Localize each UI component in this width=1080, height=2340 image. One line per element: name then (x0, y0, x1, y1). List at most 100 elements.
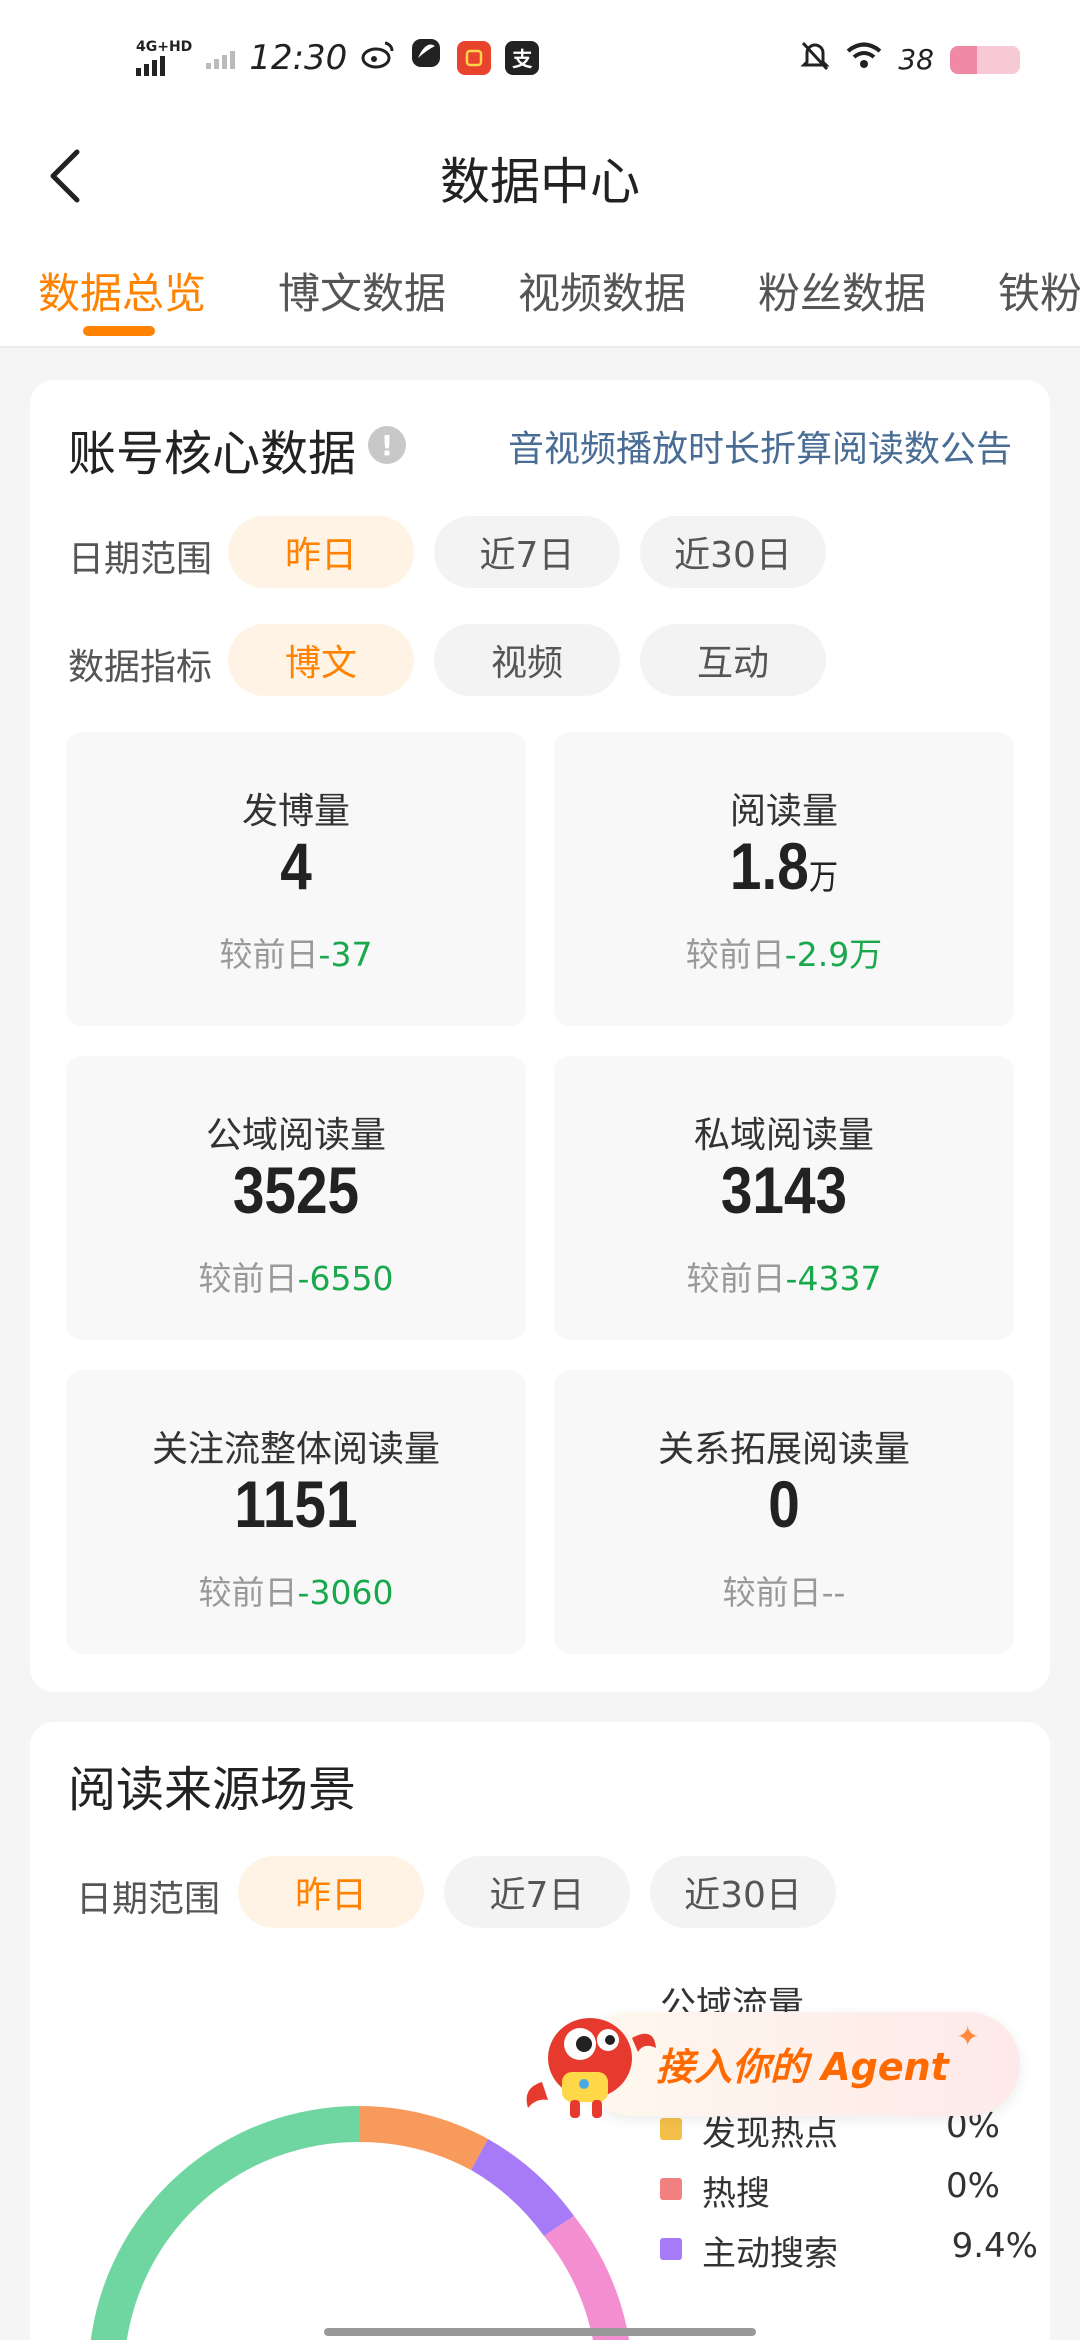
tab-posts[interactable]: 博文数据 (278, 260, 446, 321)
agent-banner[interactable]: 接入你的 Agent ✦ (520, 1998, 1020, 2122)
stat-change-value: -4337 (785, 1259, 882, 1298)
core-data-card: 账号核心数据 ! 音视频播放时长折算阅读数公告 日期范围 昨日 近7日 近30日… (30, 380, 1050, 1692)
stat-value: 4 (98, 828, 494, 904)
stat-change-value: -2.9万 (784, 935, 883, 974)
stat-change-value: -6550 (297, 1259, 394, 1298)
stat-change-prefix: 较前日 (686, 1259, 786, 1298)
notice-link[interactable]: 音视频播放时长折算阅读数公告 (508, 420, 1012, 472)
metric-option-interaction[interactable]: 互动 (640, 624, 826, 696)
stat-tile[interactable]: 关系拓展阅读量 0 较前日-- (554, 1370, 1014, 1654)
stat-number: 1151 (234, 1467, 358, 1541)
stat-label: 阅读量 (729, 791, 838, 832)
status-right: 38 (800, 40, 1020, 79)
core-data-title: 账号核心数据 (68, 426, 357, 482)
agent-text: 接入你的 Agent (656, 2045, 949, 2089)
metric-label: 数据指标 (68, 647, 213, 688)
stat-label: 关系拓展阅读量 (657, 1429, 910, 1470)
stat-value: 1.8万 (586, 828, 982, 904)
date-range-label: 日期范围 (68, 539, 213, 580)
stat-change-value: -3060 (297, 1573, 394, 1612)
legend-value: 9.4% (951, 2226, 1038, 2266)
home-indicator[interactable] (324, 2328, 756, 2336)
stat-value: 0 (586, 1466, 982, 1542)
donut-segment (544, 2216, 629, 2340)
donut-segment (360, 2106, 488, 2170)
tab-active-indicator (83, 326, 155, 336)
stat-change: 较前日-- (554, 1566, 1014, 1614)
network-type: 4G+HD (136, 38, 193, 55)
stat-change: 较前日-2.9万 (554, 928, 1014, 976)
lobster-mascot-icon (526, 2018, 656, 2118)
status-left: 4G+HD 12:30 支 (136, 36, 540, 79)
date-option-7d[interactable]: 近7日 (434, 516, 620, 588)
date-option-30d[interactable]: 近30日 (640, 516, 826, 588)
source-donut-chart (90, 2106, 629, 2340)
source-date-option-30d[interactable]: 近30日 (650, 1856, 836, 1928)
stat-tile[interactable]: 私域阅读量 3143 较前日-4337 (554, 1056, 1014, 1340)
stat-number: 1.8 (729, 829, 809, 903)
stat-number: 3143 (720, 1153, 848, 1227)
stat-tile[interactable]: 关注流整体阅读量 1151 较前日-3060 (66, 1370, 526, 1654)
legend-swatch (660, 2238, 682, 2260)
stat-value: 3143 (586, 1152, 982, 1228)
stat-unit: 万 (808, 859, 839, 897)
legend-item[interactable]: 主动搜索 9.4% (660, 2222, 1060, 2278)
battery-icon (950, 45, 1020, 74)
stat-value: 3525 (98, 1152, 494, 1228)
alipay-icon: 支 (505, 40, 540, 75)
red-app-icon (457, 40, 492, 75)
donut-segment (471, 2139, 574, 2236)
reading-source-title: 阅读来源场景 (68, 1762, 357, 1818)
stat-change-prefix: 较前日 (198, 1259, 298, 1298)
metric-option-posts[interactable]: 博文 (228, 624, 414, 696)
stat-change-prefix: 较前日 (722, 1573, 822, 1612)
stat-change-prefix: 较前日 (198, 1573, 298, 1612)
source-date-option-7d[interactable]: 近7日 (444, 1856, 630, 1928)
stat-label: 发博量 (241, 791, 350, 832)
stat-tile[interactable]: 公域阅读量 3525 较前日-6550 (66, 1056, 526, 1340)
stat-number: 3525 (232, 1153, 360, 1227)
tab-iron-fans[interactable]: 铁粉 (998, 260, 1080, 321)
source-date-range-label: 日期范围 (76, 1879, 221, 1920)
stat-change: 较前日-37 (66, 928, 526, 976)
legend-swatch (660, 2178, 682, 2200)
battery-level (950, 45, 977, 74)
status-bar: 4G+HD 12:30 支 38 (0, 0, 1080, 120)
stat-change-value: -37 (318, 935, 373, 974)
tab-fans[interactable]: 粉丝数据 (758, 260, 926, 321)
stat-label: 关注流整体阅读量 (151, 1429, 440, 1470)
tab-bar: 数据总览 博文数据 视频数据 粉丝数据 铁粉 (0, 230, 1080, 348)
sparkle-icon: ✦ (956, 2020, 980, 2053)
stat-change: 较前日-4337 (554, 1252, 1014, 1300)
stat-change: 较前日-3060 (66, 1566, 526, 1614)
date-option-yesterday[interactable]: 昨日 (228, 516, 414, 588)
donut-segment (90, 2106, 360, 2340)
stat-value: 1151 (98, 1466, 494, 1542)
swirl-app-icon (409, 36, 443, 79)
legend-name: 主动搜索 (702, 2234, 838, 2274)
clock: 12:30 (249, 37, 348, 78)
metric-option-video[interactable]: 视频 (434, 624, 620, 696)
stat-number: 4 (280, 829, 312, 903)
legend-value: 0% (946, 2166, 1000, 2206)
header: 数据中心 (0, 120, 1080, 230)
stat-change-value: -- (821, 1573, 846, 1612)
signal-bars-icon (136, 54, 192, 76)
stat-change: 较前日-6550 (66, 1252, 526, 1300)
stat-change-prefix: 较前日 (685, 935, 785, 974)
stat-tile[interactable]: 阅读量 1.8万 较前日-2.9万 (554, 732, 1014, 1026)
tab-videos[interactable]: 视频数据 (518, 260, 686, 321)
network-indicator: 4G+HD (136, 40, 192, 76)
stat-number: 0 (768, 1467, 800, 1541)
wifi-icon (846, 42, 882, 77)
stat-tile[interactable]: 发博量 4 较前日-37 (66, 732, 526, 1026)
tab-overview[interactable]: 数据总览 (38, 260, 206, 321)
legend-item[interactable]: 热搜 0% (660, 2162, 1060, 2218)
weibo-icon (361, 38, 395, 78)
info-icon[interactable]: ! (368, 426, 406, 464)
stat-label: 私域阅读量 (693, 1115, 874, 1156)
stat-change-prefix: 较前日 (219, 935, 319, 974)
stat-label: 公域阅读量 (205, 1115, 386, 1156)
source-date-option-yesterday[interactable]: 昨日 (238, 1856, 424, 1928)
legend-name: 热搜 (702, 2174, 770, 2214)
